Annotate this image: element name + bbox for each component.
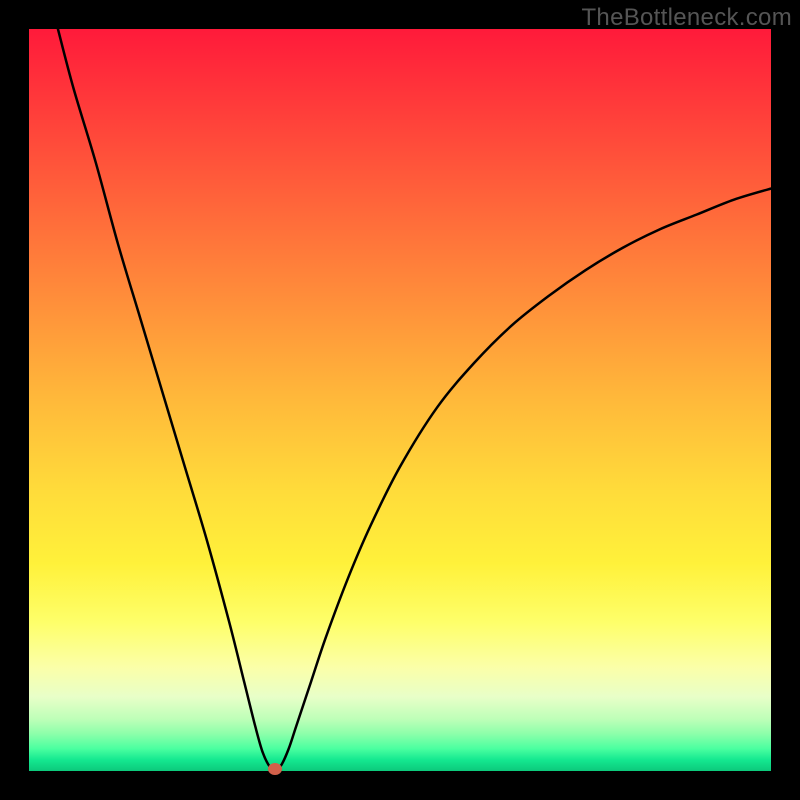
minimum-marker-dot	[268, 763, 282, 775]
curve-svg	[29, 29, 771, 771]
watermark-text: TheBottleneck.com	[581, 4, 792, 32]
chart-plot-area	[29, 29, 771, 771]
bottleneck-curve-path	[58, 29, 771, 770]
